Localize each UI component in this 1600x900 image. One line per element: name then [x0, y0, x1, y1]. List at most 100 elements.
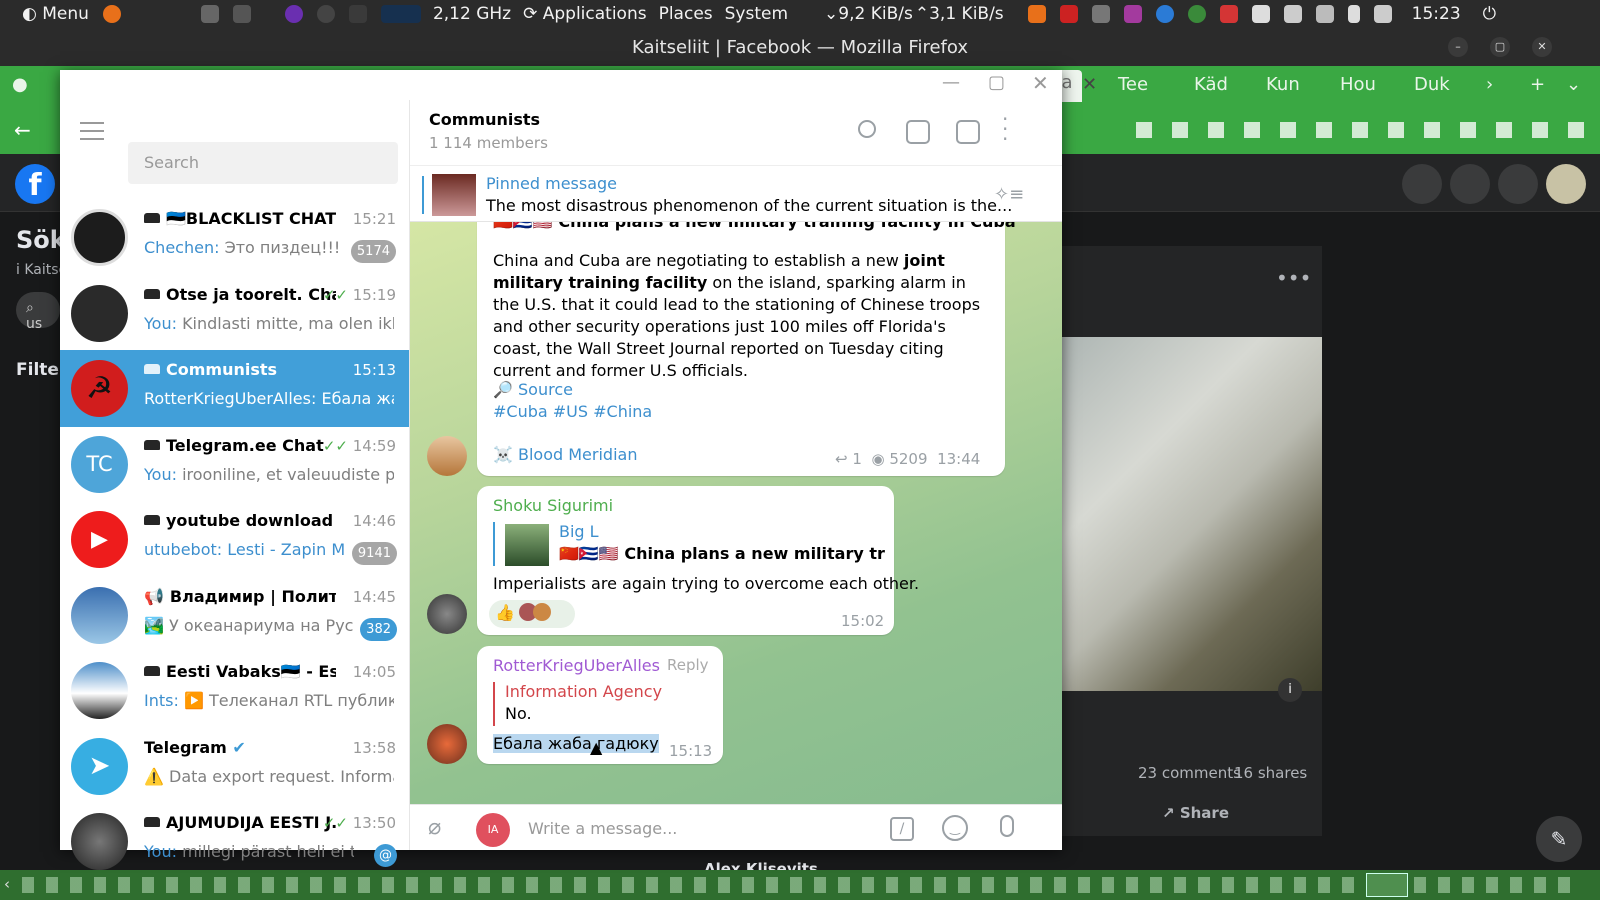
- shares-count[interactable]: 16 shares: [1234, 764, 1307, 782]
- new-message-button[interactable]: ✎: [1536, 816, 1582, 862]
- tab-5[interactable]: Hou: [1340, 74, 1376, 95]
- fb-search-box[interactable]: ⌕ us: [16, 292, 60, 332]
- clock[interactable]: 15:23: [1412, 4, 1461, 24]
- new-tab-button[interactable]: +: [1530, 74, 1545, 95]
- share-button[interactable]: ↗ Share: [1162, 804, 1229, 822]
- minimize-icon[interactable]: –: [1448, 37, 1468, 57]
- bell-icon[interactable]: [1315, 5, 1334, 23]
- maximize-icon[interactable]: ▢: [1490, 37, 1510, 57]
- hamburger-menu-icon[interactable]: [80, 122, 104, 140]
- profile-avatar[interactable]: [1546, 164, 1586, 204]
- tab-2[interactable]: Tee: [1118, 74, 1148, 95]
- more-options-icon[interactable]: · · ·: [1002, 109, 1008, 149]
- message-input[interactable]: Write a message...: [528, 819, 858, 838]
- chat-avatar: [71, 285, 128, 342]
- tray-icon[interactable]: [1219, 5, 1238, 23]
- chat-list-item[interactable]: AJUMUDIJA EESTI J... ✓✓ 13:50 You: mille…: [60, 803, 409, 880]
- shield-icon[interactable]: [1251, 5, 1270, 23]
- chat-list-item-active[interactable]: ☭ Communists 15:13 RotterKriegUberAlles:…: [60, 350, 409, 427]
- search-icon[interactable]: [858, 120, 876, 138]
- sender-avatar[interactable]: [427, 594, 467, 634]
- system-menu[interactable]: System: [725, 4, 788, 24]
- apps-menu-icon[interactable]: [1402, 164, 1442, 204]
- reply-count[interactable]: 1: [852, 450, 862, 468]
- search-input[interactable]: Search: [128, 142, 398, 184]
- sender-avatar[interactable]: [427, 436, 467, 476]
- voice-chat-icon[interactable]: [906, 120, 930, 144]
- tab-scroll-right-icon[interactable]: ›: [1486, 74, 1493, 95]
- message-author[interactable]: Shoku Sigurimi: [493, 496, 613, 515]
- commands-icon[interactable]: /: [890, 817, 914, 841]
- tray-icon[interactable]: [1123, 5, 1142, 23]
- toolbar-extension-icons[interactable]: [1136, 122, 1586, 138]
- message-bubble: Shoku Sigurimi Big L 🇨🇳🇨🇺🇺🇸 China plans …: [477, 486, 919, 635]
- applications-menu[interactable]: ⟳ Applications: [523, 4, 647, 24]
- attach-icon[interactable]: ⌀: [428, 815, 441, 840]
- tray-icon[interactable]: [1027, 5, 1046, 23]
- sender-avatar[interactable]: [427, 724, 467, 764]
- menu-button[interactable]: ◐ Menu: [22, 4, 89, 24]
- tab-close-icon[interactable]: ✕: [1082, 74, 1097, 95]
- reply-button[interactable]: Reply: [667, 656, 709, 674]
- chat-title[interactable]: Communists: [429, 110, 540, 129]
- close-icon[interactable]: ✕: [1532, 37, 1552, 57]
- chat-list-item[interactable]: ➤ Telegram ✔ 13:58 ⚠️ Data export reques…: [60, 728, 409, 805]
- terminal-icon[interactable]: [348, 5, 367, 23]
- volume-icon[interactable]: [1373, 5, 1392, 23]
- emoji-icon[interactable]: ‿: [942, 815, 968, 841]
- tab-list-icon[interactable]: ⌄: [1566, 74, 1581, 95]
- tab-3[interactable]: Käd: [1194, 74, 1228, 95]
- tab-4[interactable]: Kun: [1266, 74, 1300, 95]
- tray-icon[interactable]: [1091, 5, 1110, 23]
- power-icon[interactable]: ⏻: [1483, 4, 1496, 24]
- message-meta: ↩ 1 ◉ 5209 13:44: [835, 450, 980, 468]
- comments-count[interactable]: 23 comments: [1138, 764, 1241, 782]
- tray-icon[interactable]: [1155, 5, 1174, 23]
- launcher-icon[interactable]: [284, 5, 303, 23]
- facebook-logo-icon[interactable]: f: [15, 164, 55, 204]
- wifi-icon[interactable]: [1283, 5, 1302, 23]
- chat-list-item[interactable]: ▶ youtube download 14:46 utubebot: Lesti…: [60, 501, 409, 578]
- launcher-icon[interactable]: [316, 5, 335, 23]
- tab-6[interactable]: Duk: [1414, 74, 1450, 95]
- hashtags[interactable]: #Cuba #US #China: [493, 402, 652, 421]
- messenger-icon[interactable]: [1450, 164, 1490, 204]
- launcher-icon[interactable]: [200, 5, 219, 23]
- reply-quote[interactable]: Information Agency No.: [493, 682, 693, 726]
- post-menu-icon[interactable]: •••: [1276, 266, 1311, 290]
- battery-icon[interactable]: [1347, 5, 1360, 23]
- chat-list-item[interactable]: Otse ja toorelt. Chat ✓✓ 15:19 You: Kind…: [60, 275, 409, 352]
- reaction-chip[interactable]: 👍: [489, 600, 575, 628]
- video-info-icon[interactable]: i: [1278, 678, 1302, 702]
- message-author[interactable]: RotterKriegUberAlles: [493, 656, 660, 675]
- chat-list-item[interactable]: Eesti Vabaks🇪🇪 - Esto... 14:05 Ints: ▶️ …: [60, 652, 409, 729]
- chat-list-item[interactable]: 📢 Владимир | Политик... 14:45 🏞️ У океана…: [60, 577, 409, 654]
- message-text: China and Cuba are negotiating to establ…: [493, 250, 993, 382]
- chat-list-item[interactable]: 🇪🇪BLACKLIST CHAT🇪🇪 15:21 Chechen: Это пи…: [60, 199, 409, 276]
- signature-link[interactable]: ☠️ Blood Meridian: [493, 445, 637, 464]
- firefox-menu-icon[interactable]: ●: [12, 74, 28, 95]
- notifications-icon[interactable]: [1498, 164, 1538, 204]
- source-link[interactable]: 🔎 Source: [493, 380, 573, 399]
- close-icon[interactable]: ✕: [1032, 71, 1049, 95]
- tray-icon[interactable]: [1059, 5, 1078, 23]
- pinned-list-icon[interactable]: ✧≡: [994, 184, 1024, 205]
- microphone-icon[interactable]: [1000, 815, 1014, 837]
- firefox-launcher-icon[interactable]: [102, 5, 121, 23]
- minimize-icon[interactable]: —: [942, 72, 960, 93]
- chat-name-text: 🇪🇪BLACKLIST CHAT🇪🇪: [166, 209, 336, 228]
- back-arrow-icon[interactable]: ←: [14, 118, 31, 142]
- launcher-icon[interactable]: [232, 5, 251, 23]
- pinned-message-bar[interactable]: Pinned message The most disastrous pheno…: [410, 166, 1062, 222]
- post-video[interactable]: [1040, 337, 1322, 691]
- places-menu[interactable]: Places: [659, 4, 713, 24]
- taskbar-scroll-left-icon[interactable]: ‹: [4, 875, 10, 893]
- chat-list-item[interactable]: TC Telegram.ee Chat ✓✓ 14:59 You: irooni…: [60, 426, 409, 503]
- reply-quote[interactable]: Big L 🇨🇳🇨🇺🇺🇸 China plans a new military …: [493, 522, 885, 566]
- tray-icon[interactable]: [1187, 5, 1206, 23]
- maximize-icon[interactable]: ▢: [988, 72, 1005, 93]
- telegram-taskbar-button[interactable]: [1366, 873, 1408, 897]
- sidebar-toggle-icon[interactable]: [956, 120, 980, 144]
- user-avatar[interactable]: IA: [476, 813, 510, 847]
- message-text-selected[interactable]: Ебала жаба гадюку: [493, 734, 659, 753]
